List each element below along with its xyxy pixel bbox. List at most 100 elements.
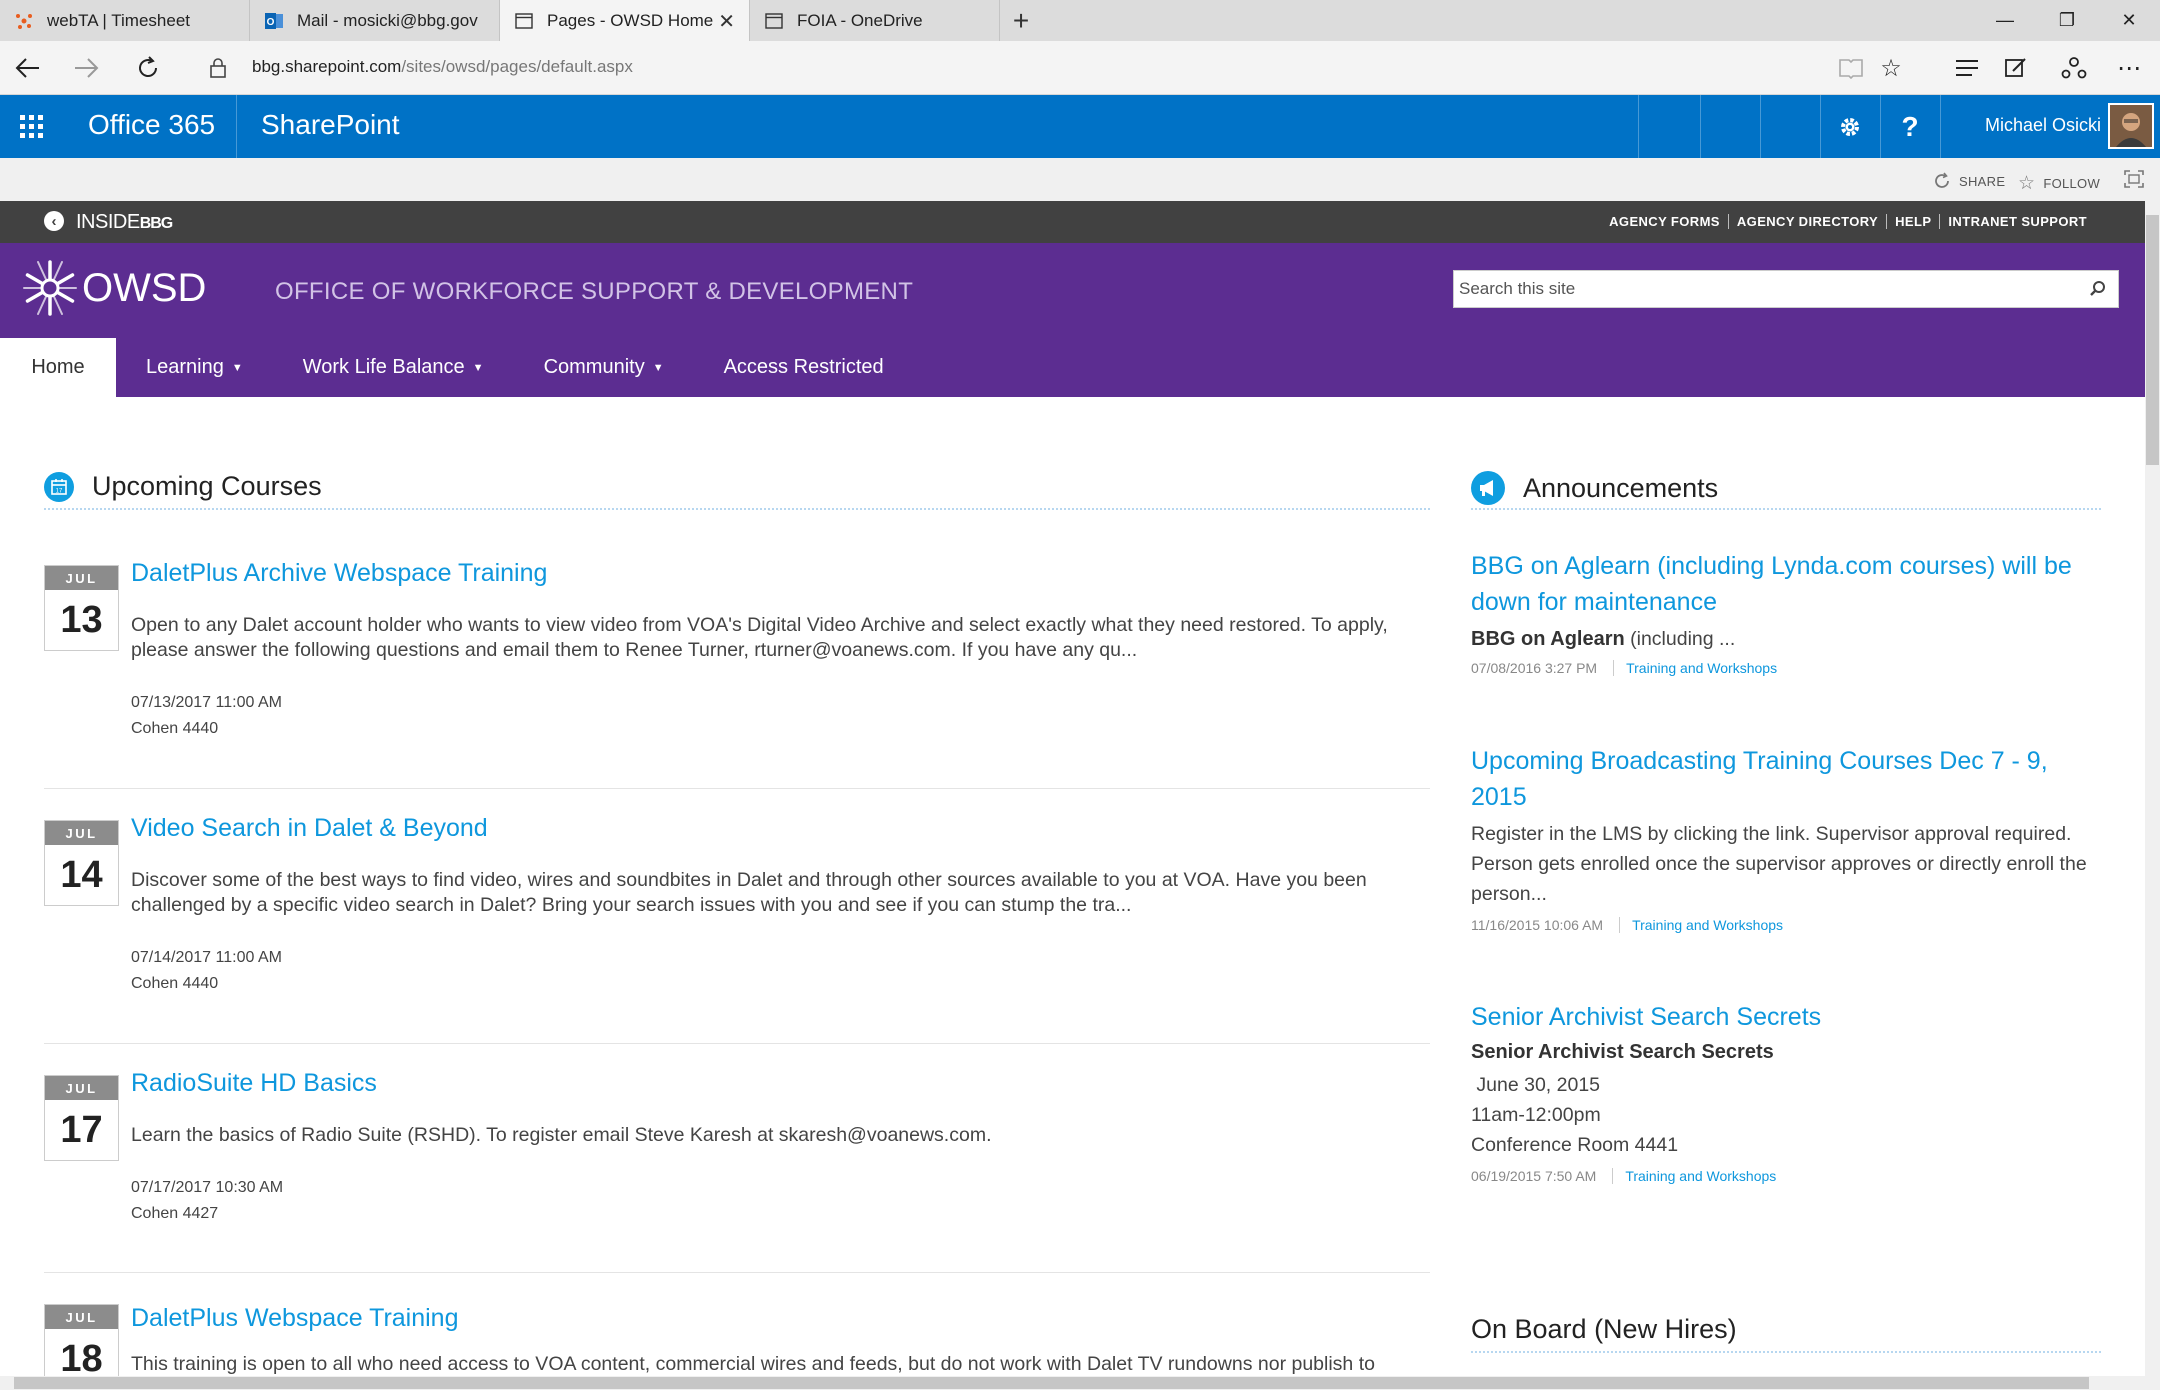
divider xyxy=(44,1043,1430,1044)
page-icon xyxy=(764,11,784,31)
app-launcher-icon[interactable] xyxy=(0,95,63,158)
vertical-scroll-thumb[interactable] xyxy=(2146,215,2159,465)
category-link[interactable]: Training and Workshops xyxy=(1613,660,1777,676)
web-note-icon[interactable] xyxy=(1999,53,2033,83)
inside-bbg-logo[interactable]: INSIDEBBG xyxy=(76,211,173,234)
date-badge: JUL 13 xyxy=(44,565,119,651)
outlook-icon: O xyxy=(264,11,284,31)
course-datetime: 07/14/2017 11:00 AM xyxy=(131,949,282,966)
close-window-icon[interactable]: ✕ xyxy=(2098,0,2160,41)
course-location: Cohen 4427 xyxy=(131,1205,219,1222)
search-icon[interactable] xyxy=(2088,279,2108,304)
nav-work-life-balance[interactable]: Work Life Balance ▼ xyxy=(273,338,514,397)
minimize-icon[interactable]: — xyxy=(1974,0,2036,41)
announcement-meta: 07/08/2016 3:27 PM Training and Workshop… xyxy=(1471,660,2101,676)
announcement-item: Senior Archivist Search Secrets Senior A… xyxy=(1471,999,2101,1184)
search-input[interactable] xyxy=(1454,271,2054,307)
date-badge: JUL 18 xyxy=(44,1304,119,1376)
focus-mode-icon[interactable] xyxy=(2124,170,2144,188)
url-field[interactable]: bbg.sharepoint.com/sites/owsd/pages/defa… xyxy=(252,57,633,77)
category-link[interactable]: Training and Workshops xyxy=(1612,1168,1776,1184)
o365-suite-bar: Office 365 SharePoint ? Michael Osicki xyxy=(0,95,2160,158)
intranet-support-link[interactable]: INTRANET SUPPORT xyxy=(1940,214,2095,229)
follow-button[interactable]: ☆ FOLLOW xyxy=(2018,172,2100,195)
forward-arrow-icon[interactable] xyxy=(70,53,102,83)
share-label: SHARE xyxy=(1959,173,2006,189)
help-link[interactable]: HELP xyxy=(1887,214,1941,229)
agency-forms-link[interactable]: AGENCY FORMS xyxy=(1601,214,1729,229)
tab-label: webTA | Timesheet xyxy=(47,10,190,30)
nav-home[interactable]: Home xyxy=(0,338,116,397)
nav-community[interactable]: Community ▼ xyxy=(514,338,694,397)
date-badge: JUL 14 xyxy=(44,820,119,906)
back-arrow-icon[interactable] xyxy=(12,53,44,83)
divider xyxy=(44,1272,1430,1273)
share-icon[interactable] xyxy=(2057,53,2091,83)
restore-icon[interactable]: ❐ xyxy=(2036,0,2098,41)
announcement-title-link[interactable]: BBG on Aglearn (including Lynda.com cour… xyxy=(1471,548,2101,620)
tab-mail[interactable]: O Mail - mosicki@bbg.gov xyxy=(250,0,500,41)
favorite-star-icon[interactable]: ☆ xyxy=(1874,53,1908,83)
section-title: On Board (New Hires) xyxy=(1471,1314,1737,1344)
more-icon[interactable]: ⋯ xyxy=(2112,53,2146,83)
close-tab-icon[interactable]: ✕ xyxy=(718,9,735,34)
tab-webta[interactable]: webTA | Timesheet xyxy=(0,0,250,41)
settings-gear-icon[interactable] xyxy=(1820,95,1880,158)
nav-access-restricted[interactable]: Access Restricted xyxy=(694,338,914,397)
category-link[interactable]: Training and Workshops xyxy=(1619,917,1783,933)
tab-label: FOIA - OneDrive xyxy=(797,10,923,30)
divider xyxy=(236,95,237,158)
svg-text:17: 17 xyxy=(56,488,63,494)
course-item: JUL 18 DaletPlus Webspace Training This … xyxy=(44,1304,1430,1376)
course-description: Open to any Dalet account holder who wan… xyxy=(131,614,1388,661)
course-location: Cohen 4440 xyxy=(131,975,219,992)
follow-label: FOLLOW xyxy=(2043,176,2101,191)
avatar[interactable] xyxy=(2108,103,2154,149)
announcement-subtitle: Senior Archivist Search Secrets xyxy=(1471,1041,1774,1063)
course-title-link[interactable]: DaletPlus Archive Webspace Training xyxy=(131,559,547,588)
reading-view-icon[interactable] xyxy=(1834,53,1868,83)
course-description: Learn the basics of Radio Suite (RSHD). … xyxy=(131,1124,992,1146)
course-title-link[interactable]: DaletPlus Webspace Training xyxy=(131,1304,459,1333)
announcement-summary: BBG on Aglearn (including ... xyxy=(1471,628,1736,650)
divider xyxy=(44,788,1430,789)
date-badge: JUL 17 xyxy=(44,1075,119,1161)
agency-directory-link[interactable]: AGENCY DIRECTORY xyxy=(1729,214,1888,229)
refresh-icon[interactable] xyxy=(132,53,164,83)
ribbon-row: SHARE ☆ FOLLOW xyxy=(0,158,2160,201)
owsd-logo[interactable]: OWSD xyxy=(20,258,206,318)
announcement-title-link[interactable]: Upcoming Broadcasting Training Courses D… xyxy=(1471,743,2101,815)
tab-owsd-home[interactable]: Pages - OWSD Home ✕ xyxy=(500,0,750,41)
announcement-title-link[interactable]: Senior Archivist Search Secrets xyxy=(1471,999,2101,1035)
course-title-link[interactable]: RadioSuite HD Basics xyxy=(131,1069,377,1098)
new-tab-button[interactable]: + xyxy=(1000,0,1042,41)
back-circle-icon[interactable]: ‹ xyxy=(44,211,64,231)
hub-icon[interactable] xyxy=(1950,53,1984,83)
site-search xyxy=(1453,270,2119,308)
top-links: AGENCY FORMS AGENCY DIRECTORY HELP INTRA… xyxy=(1601,214,2095,229)
window-controls: — ❐ ✕ xyxy=(1974,0,2160,41)
divider xyxy=(1638,95,1639,158)
lock-icon xyxy=(202,53,234,83)
sharepoint-link[interactable]: SharePoint xyxy=(261,109,400,141)
inside-bbg-bar: ‹ INSIDEBBG AGENCY FORMS AGENCY DIRECTOR… xyxy=(0,201,2145,243)
announcement-date: 07/08/2016 3:27 PM xyxy=(1471,660,1598,676)
user-name[interactable]: Michael Osicki xyxy=(1985,115,2101,136)
tab-foia[interactable]: FOIA - OneDrive xyxy=(750,0,1000,41)
announcement-item: Upcoming Broadcasting Training Courses D… xyxy=(1471,743,2101,933)
course-title-link[interactable]: Video Search in Dalet & Beyond xyxy=(131,814,488,843)
webta-icon xyxy=(14,11,34,31)
announcements-header: Announcements xyxy=(1471,471,1718,505)
office365-link[interactable]: Office 365 xyxy=(88,109,215,141)
course-item: JUL 13 DaletPlus Archive Webspace Traini… xyxy=(44,559,1430,745)
help-icon[interactable]: ? xyxy=(1880,95,1940,158)
page-icon xyxy=(514,11,534,31)
course-item: JUL 17 RadioSuite HD Basics Learn the ba… xyxy=(44,1069,1430,1235)
onboard-header: On Board (New Hires) xyxy=(1471,1314,1737,1345)
nav-learning[interactable]: Learning ▼ xyxy=(116,338,273,397)
browser-tab-bar: webTA | Timesheet O Mail - mosicki@bbg.g… xyxy=(0,0,2160,41)
horizontal-scroll-thumb[interactable] xyxy=(14,1377,2089,1389)
owsd-logo-text: OWSD xyxy=(82,265,207,310)
share-button[interactable]: SHARE xyxy=(1933,172,2005,190)
announcement-line: 11am-12:00pm xyxy=(1471,1104,1601,1126)
